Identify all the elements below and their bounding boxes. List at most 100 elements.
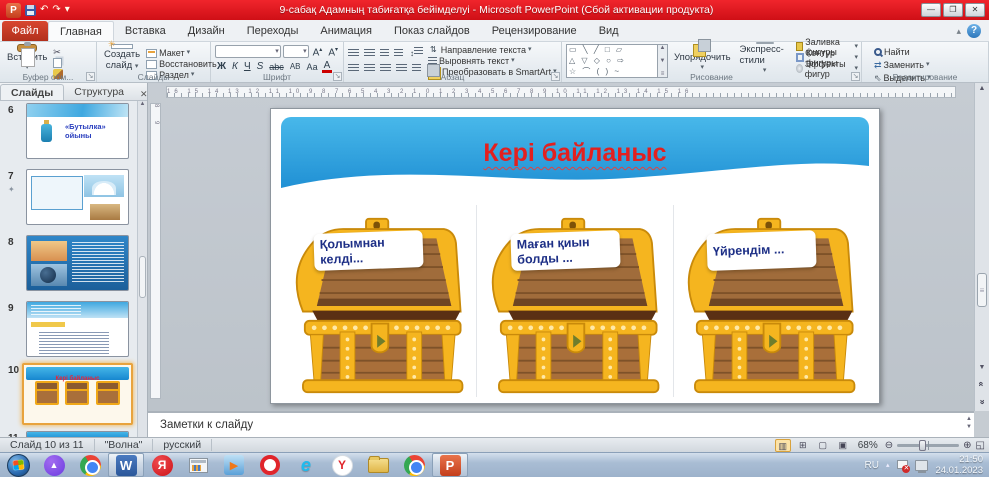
action-center-flag-icon[interactable]	[896, 460, 908, 471]
tab-transitions[interactable]: Переходы	[236, 21, 310, 41]
bullets-icon[interactable]	[348, 49, 359, 58]
tab-view[interactable]: Вид	[588, 21, 630, 41]
start-button[interactable]	[0, 453, 36, 477]
font-name-combo[interactable]	[215, 45, 281, 58]
normal-view-button[interactable]: ▥	[775, 439, 791, 452]
line-spacing-icon[interactable]: ↕	[408, 47, 425, 60]
slide-title-banner[interactable]: Кері байланыс	[281, 117, 869, 205]
reset-button[interactable]: Восстановить	[146, 59, 217, 69]
tab-home[interactable]: Главная	[48, 21, 114, 41]
reset-icon	[146, 60, 157, 69]
chest-1[interactable]: Қолымнан келді...	[281, 205, 476, 397]
panel-tab-outline[interactable]: Структура	[64, 84, 134, 100]
theme-name[interactable]: "Волна"	[95, 439, 154, 451]
tab-animations[interactable]: Анимация	[309, 21, 383, 41]
panel-tab-slides[interactable]: Слайды	[0, 84, 64, 100]
zoom-percentage[interactable]: 68%	[855, 440, 881, 451]
font-group-label: Шрифт	[211, 72, 343, 82]
taskbar-desktop-icon[interactable]	[180, 453, 216, 477]
taskbar-explorer-icon[interactable]	[360, 453, 396, 477]
arrange-button[interactable]: Упорядочить ▾	[671, 44, 734, 71]
scroll-up-icon[interactable]: ▲	[975, 85, 989, 92]
tab-slideshow[interactable]: Показ слайдов	[383, 21, 481, 41]
layout-button[interactable]: Макет▾	[146, 48, 217, 58]
zoom-slider-thumb[interactable]	[919, 440, 926, 451]
tab-insert[interactable]: Вставка	[114, 21, 177, 41]
new-slide-button[interactable]: Создать слайд ▾	[101, 44, 143, 71]
quick-styles-button[interactable]: Экспресс-стили ▾	[737, 44, 793, 71]
clock[interactable]: 21:50 24.01.2023	[935, 454, 983, 477]
slide-thumbnail-panel: Слайды Структура ✕ 6 «Бутылка» ойыны 7 ✦	[0, 83, 148, 437]
tray-expand-icon[interactable]: ▴	[886, 461, 890, 469]
taskbar-powerpoint-icon[interactable]: P	[432, 453, 468, 477]
network-icon[interactable]	[915, 460, 928, 471]
taskbar-word-icon[interactable]: W	[108, 453, 144, 477]
qat-customize-icon[interactable]: ▾	[65, 3, 70, 17]
find-button[interactable]: Найти	[874, 47, 931, 57]
horizontal-ruler: 16 15 14 13 12 11 10 9 8 7 6 5 4 3 2 1 0…	[166, 86, 956, 98]
notes-pane[interactable]: Заметки к слайду ▲▼	[148, 411, 974, 437]
chest-3[interactable]: Үйрендім ...	[673, 205, 869, 397]
tab-file[interactable]: Файл	[2, 21, 48, 41]
main-scrollbar[interactable]: ▲ ▼ « «	[974, 83, 989, 411]
paste-button[interactable]: Вставить ▾	[4, 44, 50, 71]
restore-button[interactable]: ❐	[943, 3, 963, 17]
redo-icon[interactable]: ↷	[52, 3, 60, 17]
powerpoint-app-icon: P	[6, 3, 21, 18]
shrink-font-button[interactable]: А▾	[326, 44, 340, 59]
collapse-ribbon-icon[interactable]: ▴	[956, 26, 961, 37]
tray-time: 21:50	[959, 454, 983, 465]
slideshow-view-button[interactable]: ▣	[835, 439, 851, 452]
paragraph-dialog-launcher-icon[interactable]: ↘	[551, 72, 560, 81]
text-direction-icon: ⇅	[428, 44, 439, 56]
panel-scroll-up-icon[interactable]: ▲	[138, 101, 147, 107]
clipboard-group-label: Буфер обм...	[0, 72, 96, 82]
taskbar-chrome-icon[interactable]	[72, 453, 108, 477]
cut-button[interactable]: ✂	[53, 47, 63, 57]
taskbar-chrome-2-icon[interactable]	[396, 453, 432, 477]
text-direction-button[interactable]: ⇅Направление текста▾	[428, 45, 557, 55]
zoom-in-icon[interactable]: ⊕	[963, 440, 971, 451]
clipboard-dialog-launcher-icon[interactable]: ↘	[86, 72, 95, 81]
taskbar-alice-icon[interactable]: ▲	[36, 453, 72, 477]
previous-slide-button[interactable]: «	[975, 379, 989, 389]
reading-view-button[interactable]: ▢	[815, 439, 831, 452]
language-switcher[interactable]: RU	[864, 460, 878, 471]
drawing-dialog-launcher-icon[interactable]: ↘	[851, 72, 860, 81]
slide-sorter-view-button[interactable]: ⊞	[795, 439, 811, 452]
replace-button[interactable]: ⇄Заменить▾	[874, 60, 931, 70]
taskbar-yandex-icon[interactable]: Y	[324, 453, 360, 477]
taskbar-media-player-icon[interactable]: ▶	[216, 453, 252, 477]
scissors-icon: ✂	[53, 47, 61, 57]
tab-design[interactable]: Дизайн	[177, 21, 236, 41]
tab-review[interactable]: Рецензирование	[481, 21, 588, 41]
next-slide-button[interactable]: «	[975, 397, 989, 407]
notes-scroll-icons[interactable]: ▲▼	[966, 415, 972, 432]
taskbar-yandex-browser-icon[interactable]: Я	[144, 453, 180, 477]
taskbar-opera-icon[interactable]	[252, 453, 288, 477]
decrease-indent-icon[interactable]	[380, 49, 389, 58]
minimize-button[interactable]: —	[921, 3, 941, 17]
grow-font-button[interactable]: А▴	[311, 44, 325, 59]
align-text-button[interactable]: Выровнять текст▾	[428, 56, 557, 66]
scroll-down-icon[interactable]: ▼	[975, 364, 989, 371]
font-size-combo[interactable]	[283, 45, 309, 58]
help-icon[interactable]: ?	[967, 24, 981, 38]
chest-2[interactable]: Маған қиын болды ...	[476, 205, 672, 397]
save-icon[interactable]	[25, 5, 36, 16]
zoom-slider[interactable]	[897, 444, 959, 447]
fit-to-window-icon[interactable]: ◱	[976, 440, 985, 451]
font-dialog-launcher-icon[interactable]: ↘	[333, 72, 342, 81]
undo-icon[interactable]: ↶	[40, 3, 48, 17]
close-button[interactable]: ✕	[965, 3, 985, 17]
taskbar-internet-explorer-icon[interactable]: e	[288, 453, 324, 477]
slide-canvas[interactable]: Кері байланыс Қолымнан келді... Маған қи…	[270, 108, 880, 404]
panel-scrollbar[interactable]: ▲	[137, 101, 147, 437]
numbering-icon[interactable]	[364, 49, 375, 58]
increase-indent-icon[interactable]	[394, 49, 403, 58]
zoom-out-icon[interactable]: ⊖	[885, 440, 893, 451]
panel-scroll-thumb[interactable]	[139, 256, 146, 298]
copy-button[interactable]	[53, 58, 63, 68]
scroll-thumb[interactable]	[977, 273, 987, 307]
language-indicator[interactable]: русский	[153, 439, 212, 451]
